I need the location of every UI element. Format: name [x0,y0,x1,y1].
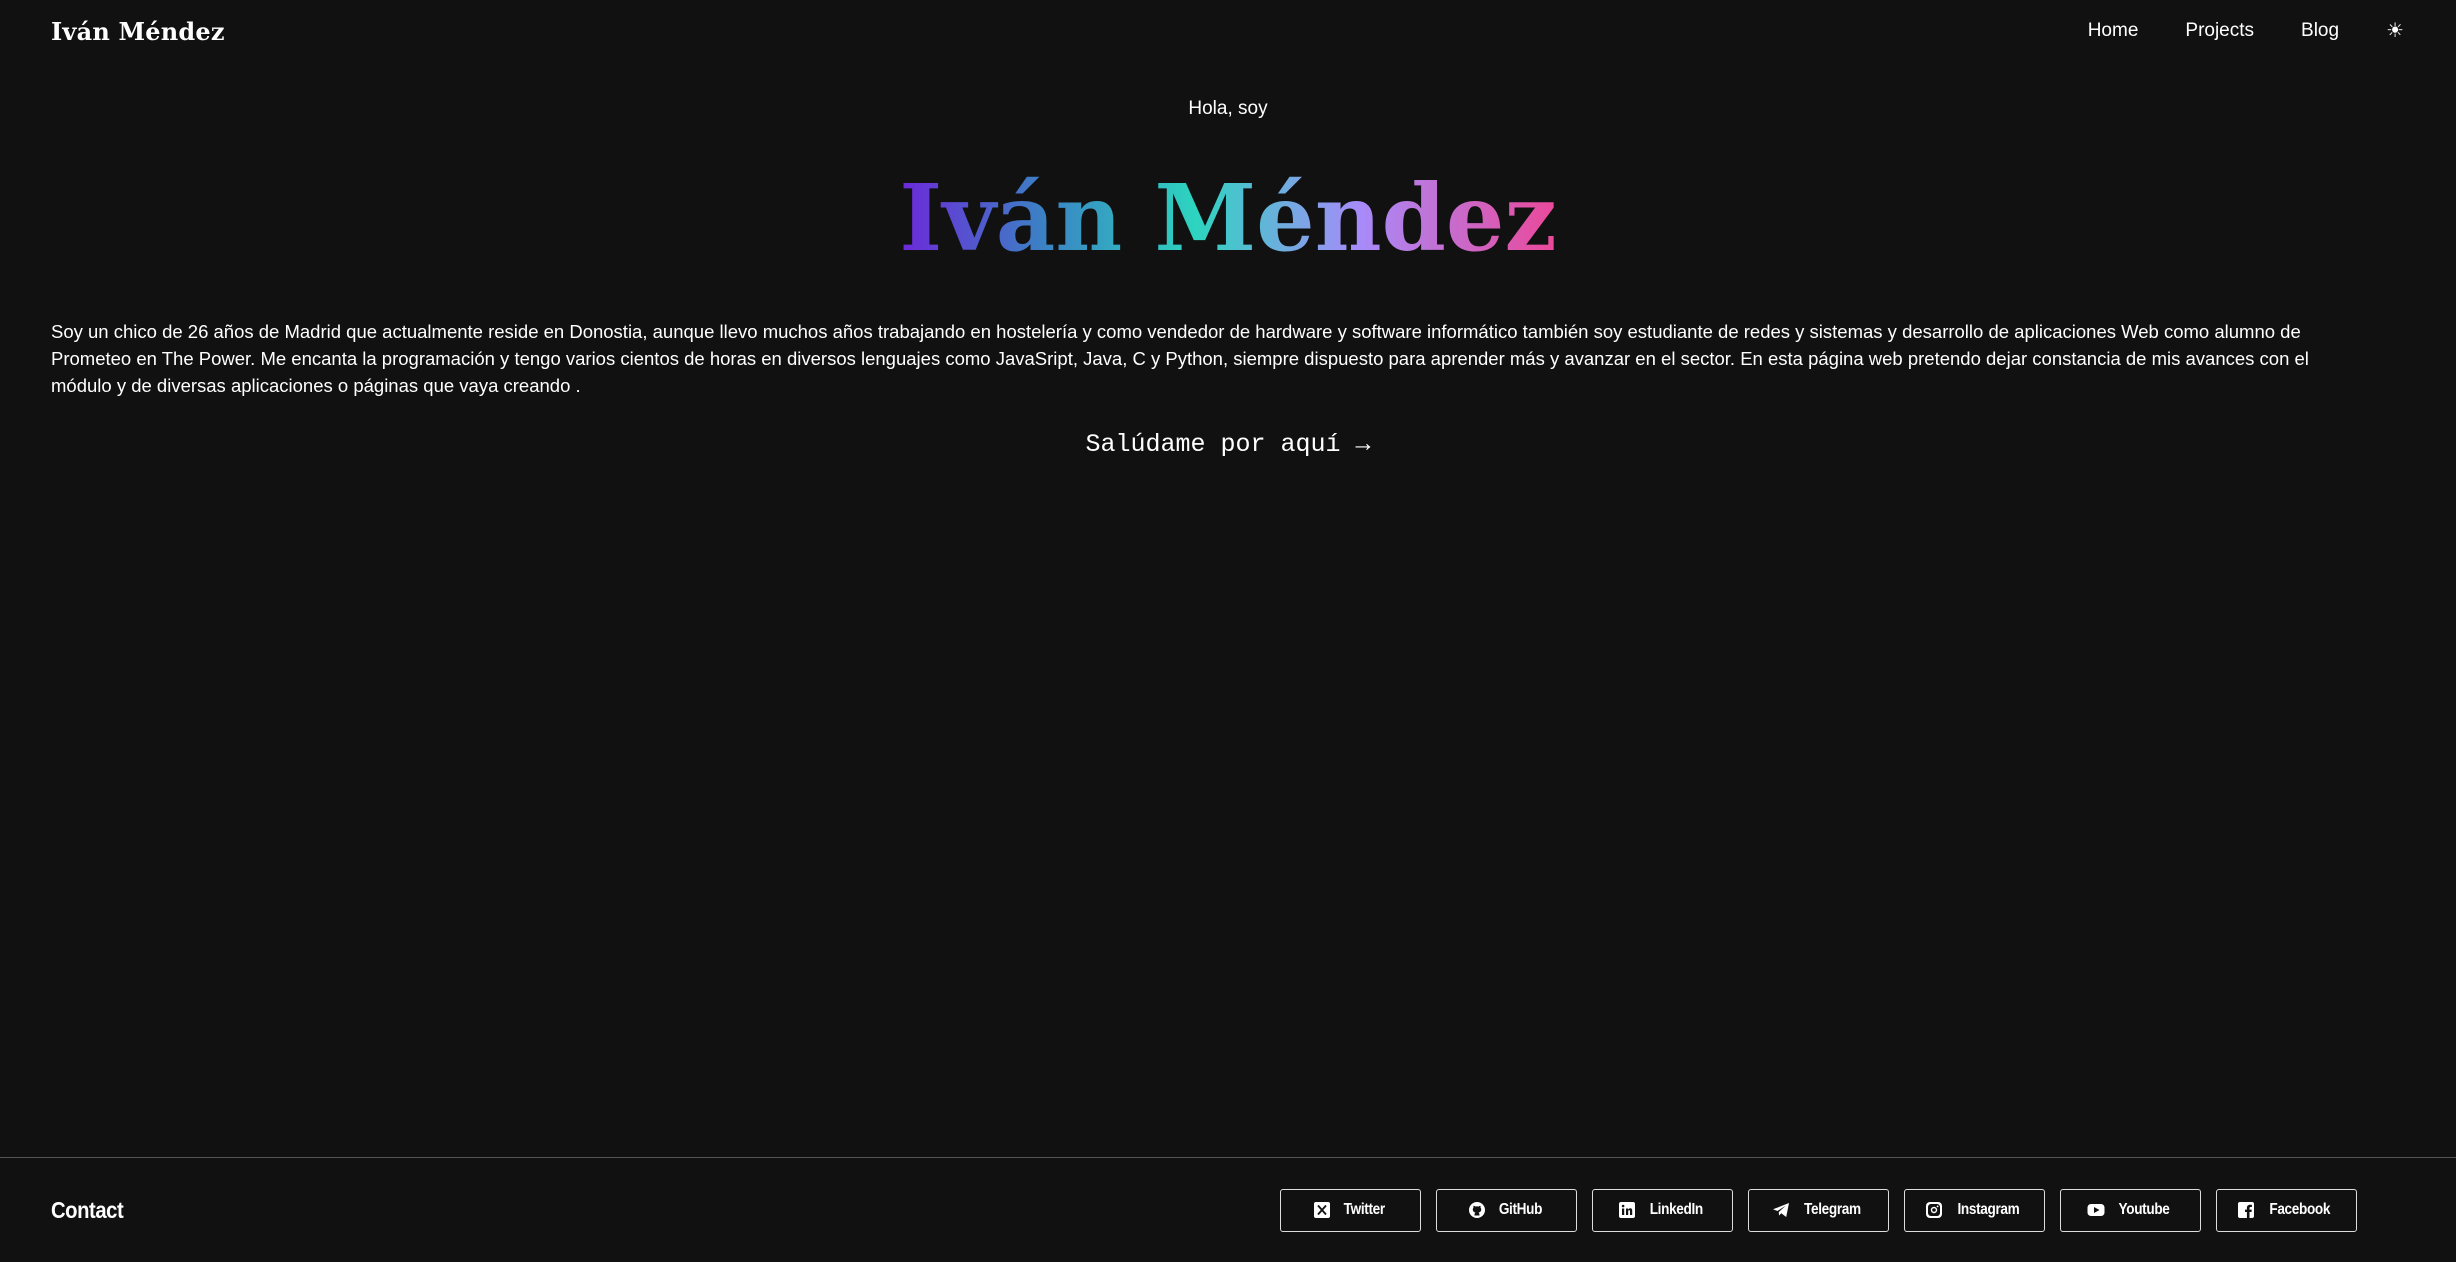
youtube-icon [2087,1204,2105,1216]
page: Iván Méndez Home Projects Blog ☀ Hola, s… [0,0,2456,1262]
instagram-icon [1925,1202,1942,1218]
sun-icon[interactable]: ☀ [2386,21,2404,41]
telegram-icon [1772,1203,1789,1217]
contact-heading: Contact [51,1196,124,1223]
contact-cta-link[interactable]: Salúdame por aquí → [1085,430,1370,459]
social-links: Twitter GitHub LinkedIn Telegram Instagr… [1280,1188,2357,1232]
facebook-icon [2238,1202,2255,1218]
linkedin-label: LinkedIn [1649,1201,1703,1218]
hero-greeting: Hola, soy [1188,98,1268,119]
instagram-label: Instagram [1957,1201,2019,1218]
github-label: GitHub [1498,1201,1542,1218]
nav-projects-link[interactable]: Projects [2185,20,2254,42]
hero-title: Iván Méndez [0,164,2456,272]
telegram-button[interactable]: Telegram [1748,1188,1889,1232]
main-nav: Home Projects Blog ☀ [2088,20,2404,42]
nav-blog-link[interactable]: Blog [2301,20,2339,42]
twitter-button[interactable]: Twitter [1280,1188,1421,1232]
facebook-label: Facebook [2269,1201,2331,1218]
nav-home-link[interactable]: Home [2088,20,2139,42]
site-header: Iván Méndez Home Projects Blog ☀ [0,0,2456,62]
github-button[interactable]: GitHub [1436,1188,1577,1232]
linkedin-icon [1618,1202,1635,1218]
x-twitter-icon [1313,1202,1330,1218]
facebook-button[interactable]: Facebook [2216,1188,2357,1232]
twitter-label: Twitter [1343,1201,1385,1218]
site-brand[interactable]: Iván Méndez [51,17,225,46]
youtube-label: Youtube [2118,1201,2170,1218]
linkedin-button[interactable]: LinkedIn [1592,1188,1733,1232]
hero-bio: Soy un chico de 26 años de Madrid que ac… [51,321,2309,396]
telegram-label: Telegram [1803,1201,1861,1218]
youtube-button[interactable]: Youtube [2060,1188,2201,1232]
hero-name-text: Iván Méndez [899,164,1557,272]
instagram-button[interactable]: Instagram [1904,1188,2045,1232]
site-footer: Contact Twitter GitHub LinkedIn Telegram… [0,1157,2456,1262]
github-icon [1468,1202,1485,1218]
contact-cta: Salúdame por aquí → [0,430,2456,459]
